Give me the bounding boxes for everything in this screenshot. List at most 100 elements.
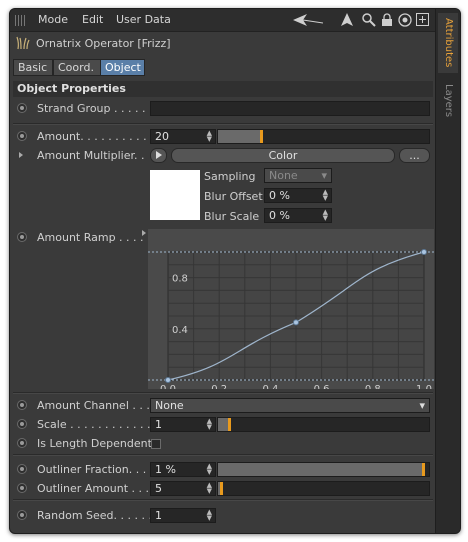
slider-fill	[218, 130, 260, 143]
is-length-dependent-label: Is Length Dependent	[37, 437, 152, 450]
amount-channel-value: None	[155, 399, 184, 412]
animate-radio[interactable]	[17, 438, 27, 448]
amount-slider[interactable]	[217, 129, 430, 144]
outliner-fraction-input[interactable]: 1 % ▲ ▼	[150, 462, 216, 477]
slider-fill	[218, 463, 422, 476]
up-arrow-icon[interactable]	[340, 13, 354, 30]
slider-fill	[218, 418, 228, 431]
outliner-amount-value: 5	[155, 482, 162, 495]
amount-multiplier-row: Amount Multiplier. . Color ...	[10, 147, 436, 166]
amount-input[interactable]: 20 ▲ ▼	[150, 129, 216, 144]
spinner-icon[interactable]: ▲ ▼	[207, 509, 212, 522]
slider-knob[interactable]	[422, 463, 425, 476]
amount-ramp-graph[interactable]: 0.0 0.2 0.4 0.6 0.8 1.0 0.4 0.8	[148, 229, 434, 389]
random-seed-label: Random Seed. . . . . .	[37, 509, 153, 522]
tab-coord[interactable]: Coord.	[53, 59, 102, 76]
chevron-down-icon: ▾	[419, 399, 425, 412]
outliner-amount-input[interactable]: 5 ▲ ▼	[150, 481, 216, 496]
outliner-fraction-slider[interactable]	[217, 462, 430, 477]
object-title: Ornatrix Operator [Frizz]	[36, 37, 171, 50]
animate-radio[interactable]	[17, 510, 27, 520]
divider	[13, 123, 433, 125]
blur-offset-label: Blur Offset	[204, 190, 263, 203]
menu-edit[interactable]: Edit	[82, 13, 103, 26]
blur-offset-value: 0 %	[269, 189, 290, 202]
amount-value: 20	[155, 130, 169, 143]
x-tick-label: 1.0	[416, 384, 432, 389]
ramp-knot[interactable]	[165, 377, 171, 383]
texture-preview[interactable]	[150, 170, 200, 220]
x-tick-label: 0.0	[160, 384, 176, 389]
random-seed-value: 1	[155, 509, 162, 522]
divider	[13, 499, 433, 501]
slider-knob[interactable]	[220, 482, 223, 495]
animate-radio[interactable]	[17, 400, 27, 410]
scale-row: Scale . . . . . . . . . . . . 1 ▲ ▼	[10, 416, 436, 435]
random-seed-input[interactable]: 1 ▲ ▼	[150, 508, 216, 523]
more-button[interactable]: ...	[399, 148, 430, 163]
ramp-knot[interactable]	[421, 249, 427, 255]
menu-user-data[interactable]: User Data	[116, 13, 171, 26]
outliner-fraction-value: 1 %	[155, 463, 176, 476]
menu-mode[interactable]: Mode	[38, 13, 68, 26]
lock-icon[interactable]	[381, 13, 393, 30]
scale-input[interactable]: 1 ▲ ▼	[150, 417, 216, 432]
menu-bar: Mode Edit User Data	[10, 9, 436, 32]
amount-channel-label: Amount Channel . . .	[37, 399, 150, 412]
animate-radio[interactable]	[17, 464, 27, 474]
outliner-fraction-row: Outliner Fraction. . . 1 % ▲ ▼	[10, 461, 436, 480]
blur-offset-input[interactable]: 0 % ▲ ▼	[264, 188, 332, 203]
tab-layers[interactable]: Layers	[438, 79, 458, 123]
spinner-icon[interactable]: ▲ ▼	[207, 418, 212, 431]
target-icon[interactable]	[398, 13, 412, 30]
x-tick-label: 0.6	[314, 384, 330, 389]
outliner-amount-slider[interactable]	[217, 481, 430, 496]
blur-scale-input[interactable]: 0 % ▲ ▼	[264, 208, 332, 223]
spinner-icon[interactable]: ▲ ▼	[323, 209, 328, 222]
ornatrix-operator-icon	[16, 36, 30, 50]
amount-multiplier-label: Amount Multiplier. .	[37, 149, 145, 162]
amount-channel-select[interactable]: None ▾	[150, 398, 430, 413]
play-button[interactable]	[150, 148, 167, 163]
slider-knob[interactable]	[228, 418, 231, 431]
outliner-amount-row: Outliner Amount . . . 5 ▲ ▼	[10, 480, 436, 499]
tab-basic[interactable]: Basic	[13, 59, 53, 76]
animate-radio[interactable]	[17, 419, 27, 429]
scale-slider[interactable]	[217, 417, 430, 432]
amount-channel-row: Amount Channel . . . None ▾	[10, 397, 436, 416]
blur-scale-label: Blur Scale	[204, 210, 260, 223]
x-tick-label: 0.8	[365, 384, 381, 389]
ramp-expand-icon[interactable]	[142, 230, 146, 236]
spinner-icon[interactable]: ▲ ▼	[323, 189, 328, 202]
spinner-icon[interactable]: ▲ ▼	[207, 482, 212, 495]
expand-arrow-icon[interactable]	[19, 152, 23, 158]
ramp-knot[interactable]	[293, 319, 299, 326]
amount-row: Amount. . . . . . . . . . . 20 ▲ ▼	[10, 128, 436, 147]
sampling-value: None	[269, 169, 298, 182]
outliner-amount-label: Outliner Amount . . .	[37, 482, 150, 495]
animate-radio[interactable]	[17, 103, 27, 113]
is-length-dependent-checkbox[interactable]	[151, 439, 161, 449]
x-tick-label: 0.4	[262, 384, 278, 389]
sampling-label: Sampling	[204, 170, 256, 183]
strand-group-field[interactable]	[150, 101, 430, 116]
spinner-icon[interactable]: ▲ ▼	[207, 130, 212, 143]
search-icon[interactable]	[362, 13, 376, 30]
grip-icon[interactable]	[15, 15, 27, 26]
section-object-properties: Object Properties	[13, 81, 433, 97]
ramp-grid	[148, 251, 434, 381]
back-arrow-icon[interactable]	[293, 13, 324, 30]
animate-radio[interactable]	[17, 483, 27, 493]
random-seed-row: Random Seed. . . . . . 1 ▲ ▼	[10, 507, 436, 526]
animate-radio[interactable]	[17, 232, 27, 242]
tab-attributes[interactable]: Attributes	[438, 13, 458, 73]
animate-radio[interactable]	[17, 131, 27, 141]
side-tab-strip: Attributes Layers	[435, 9, 460, 533]
sampling-select[interactable]: None ▾	[264, 168, 332, 183]
new-panel-icon[interactable]	[416, 13, 430, 30]
tab-object[interactable]: Object	[100, 59, 145, 76]
spinner-icon[interactable]: ▲ ▼	[207, 463, 212, 476]
slider-knob[interactable]	[260, 130, 263, 143]
color-button[interactable]: Color	[171, 148, 395, 163]
blur-scale-value: 0 %	[269, 209, 290, 222]
